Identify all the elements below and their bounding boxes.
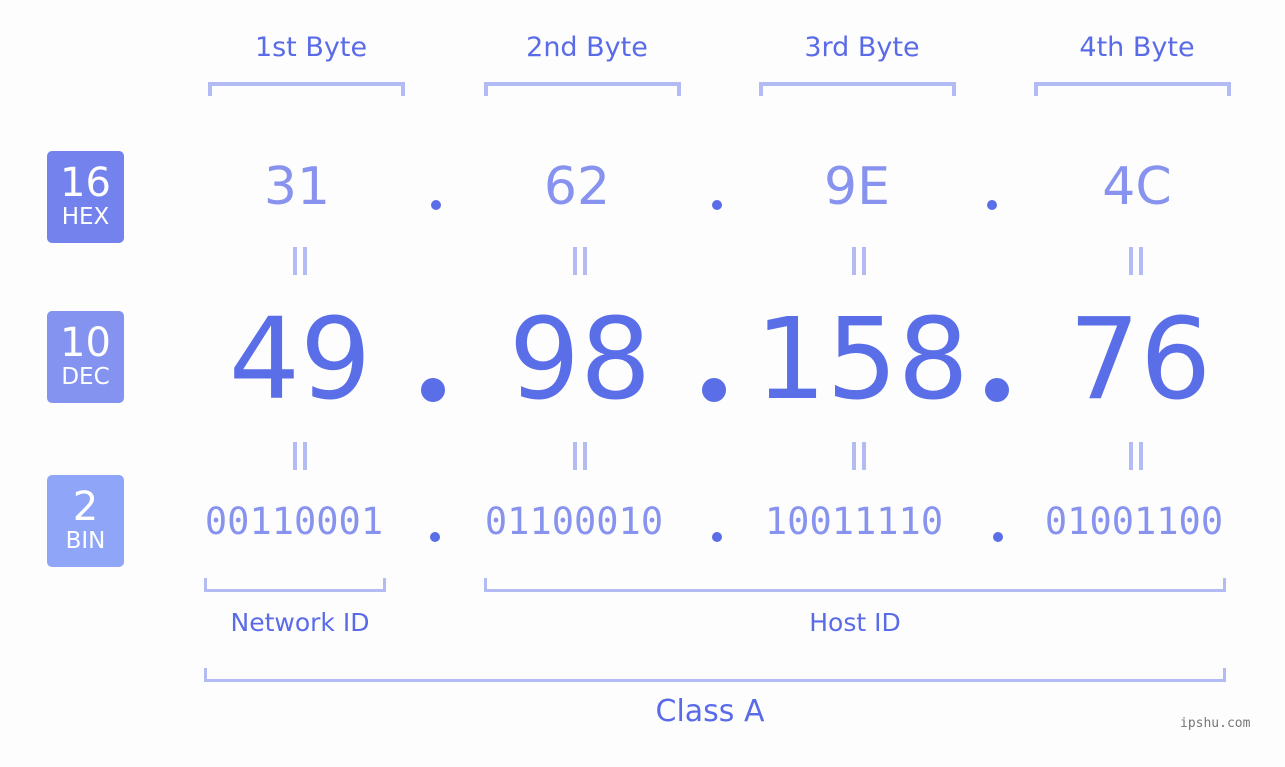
bin-dot-1 [430,532,440,542]
watermark: ipshu.com [1180,716,1251,731]
bin-base-name: BIN [65,528,106,554]
byte-bracket-1 [208,82,405,96]
hex-base-name: HEX [61,204,110,230]
equals-icon [1126,442,1146,472]
equals-icon [570,247,590,277]
network-id-bracket [204,578,386,592]
hex-byte-3: 9E [824,157,890,217]
equals-icon [290,247,310,277]
hex-base-number: 16 [60,160,111,206]
byte-bracket-4 [1034,82,1231,96]
bin-dot-2 [712,532,722,542]
hex-byte-4: 4C [1102,157,1172,217]
bin-byte-1: 00110001 [204,500,384,543]
equals-icon [849,247,869,277]
equals-icon [849,442,869,472]
dec-dot-1 [421,378,445,402]
bin-dot-3 [993,532,1003,542]
byte-header-2: 2nd Byte [526,32,648,63]
host-id-label: Host ID [809,608,901,637]
byte-header-1: 1st Byte [254,32,368,63]
byte-bracket-2 [484,82,681,96]
hex-byte-1: 31 [263,157,331,217]
byte-header-4: 4th Byte [1079,32,1195,63]
host-id-bracket [484,578,1226,592]
hex-badge: 16 HEX [47,151,124,243]
dec-base-number: 10 [60,320,111,366]
dec-byte-1: 49 [228,295,372,425]
class-bracket [204,668,1226,682]
dec-byte-2: 98 [508,295,652,425]
equals-icon [570,442,590,472]
byte-bracket-3 [759,82,956,96]
equals-icon [1126,247,1146,277]
dec-dot-3 [985,378,1009,402]
ip-class-label: Class A [655,694,765,729]
bin-badge: 2 BIN [47,475,124,567]
dec-badge: 10 DEC [47,311,124,403]
dec-base-name: DEC [61,364,110,390]
byte-header-3: 3rd Byte [804,32,920,63]
hex-dot-3 [987,200,997,210]
hex-dot-1 [431,200,441,210]
hex-byte-2: 62 [543,157,611,217]
dec-dot-2 [702,378,726,402]
dec-byte-4: 76 [1068,295,1212,425]
equals-icon [290,442,310,472]
bin-byte-4: 01001100 [1044,500,1224,543]
dec-byte-3: 158 [755,295,969,425]
bin-byte-2: 01100010 [484,500,664,543]
bin-byte-3: 10011110 [764,500,944,543]
bin-base-number: 2 [72,484,99,530]
hex-dot-2 [712,200,722,210]
network-id-label: Network ID [230,608,370,637]
